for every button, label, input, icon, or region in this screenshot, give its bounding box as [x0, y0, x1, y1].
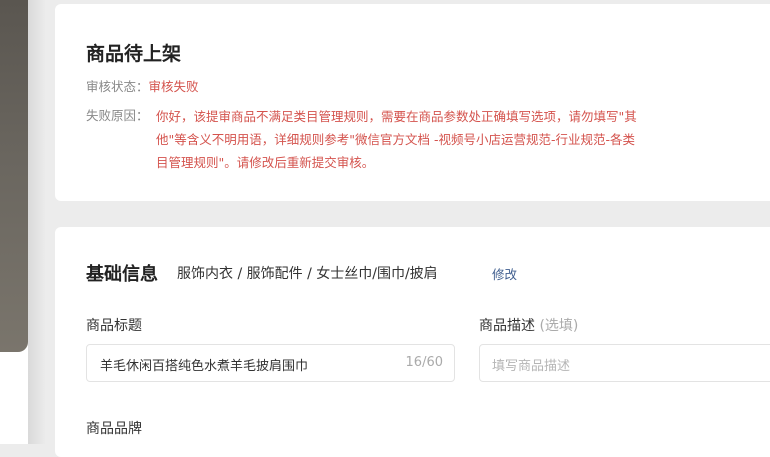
failure-reason-label: 失败原因：	[86, 108, 149, 123]
review-status-row: 审核状态：审核失败	[86, 76, 199, 95]
product-title-value: 羊毛休闲百搭纯色水煮羊毛披肩围巾	[100, 359, 309, 374]
title-char-count: 16/60	[405, 355, 443, 370]
status-title: 商品待上架	[86, 43, 182, 65]
basic-info-card: 基础信息 服饰内衣 / 服饰配件 / 女士丝巾/围巾/披肩 修改 商品标题 羊毛…	[55, 227, 770, 457]
failure-reason-text: 你好，该提审商品不满足类目管理规则，需要在商品参数处正确填写选项，请勿填写"其他…	[156, 109, 637, 170]
edit-category-link[interactable]: 修改	[492, 264, 517, 283]
status-card: 商品待上架 审核状态：审核失败 失败原因： 你好，该提审商品不满足类目管理规则，…	[55, 4, 770, 201]
failure-reason-row: 失败原因： 你好，该提审商品不满足类目管理规则，需要在商品参数处正确填写选项，请…	[86, 105, 646, 170]
review-status-value: 审核失败	[148, 79, 199, 94]
description-placeholder: 填写商品描述	[492, 359, 571, 374]
product-brand-label: 商品品牌	[86, 421, 142, 437]
category-path: 服饰内衣 / 服饰配件 / 女士丝巾/围巾/披肩	[177, 266, 438, 282]
product-preview-image	[0, 0, 28, 352]
basic-info-title: 基础信息	[86, 264, 158, 285]
product-title-input[interactable]: 羊毛休闲百搭纯色水煮羊毛披肩围巾 16/60	[86, 344, 455, 382]
panel-divider	[28, 0, 46, 444]
review-status-label: 审核状态：	[86, 79, 149, 94]
left-preview-panel	[0, 0, 28, 444]
optional-hint: (选填)	[539, 318, 579, 334]
product-title-label: 商品标题	[86, 318, 142, 334]
description-label-text: 商品描述	[479, 318, 535, 334]
product-description-label: 商品描述 (选填)	[479, 315, 578, 335]
product-description-input[interactable]: 填写商品描述	[479, 344, 770, 382]
